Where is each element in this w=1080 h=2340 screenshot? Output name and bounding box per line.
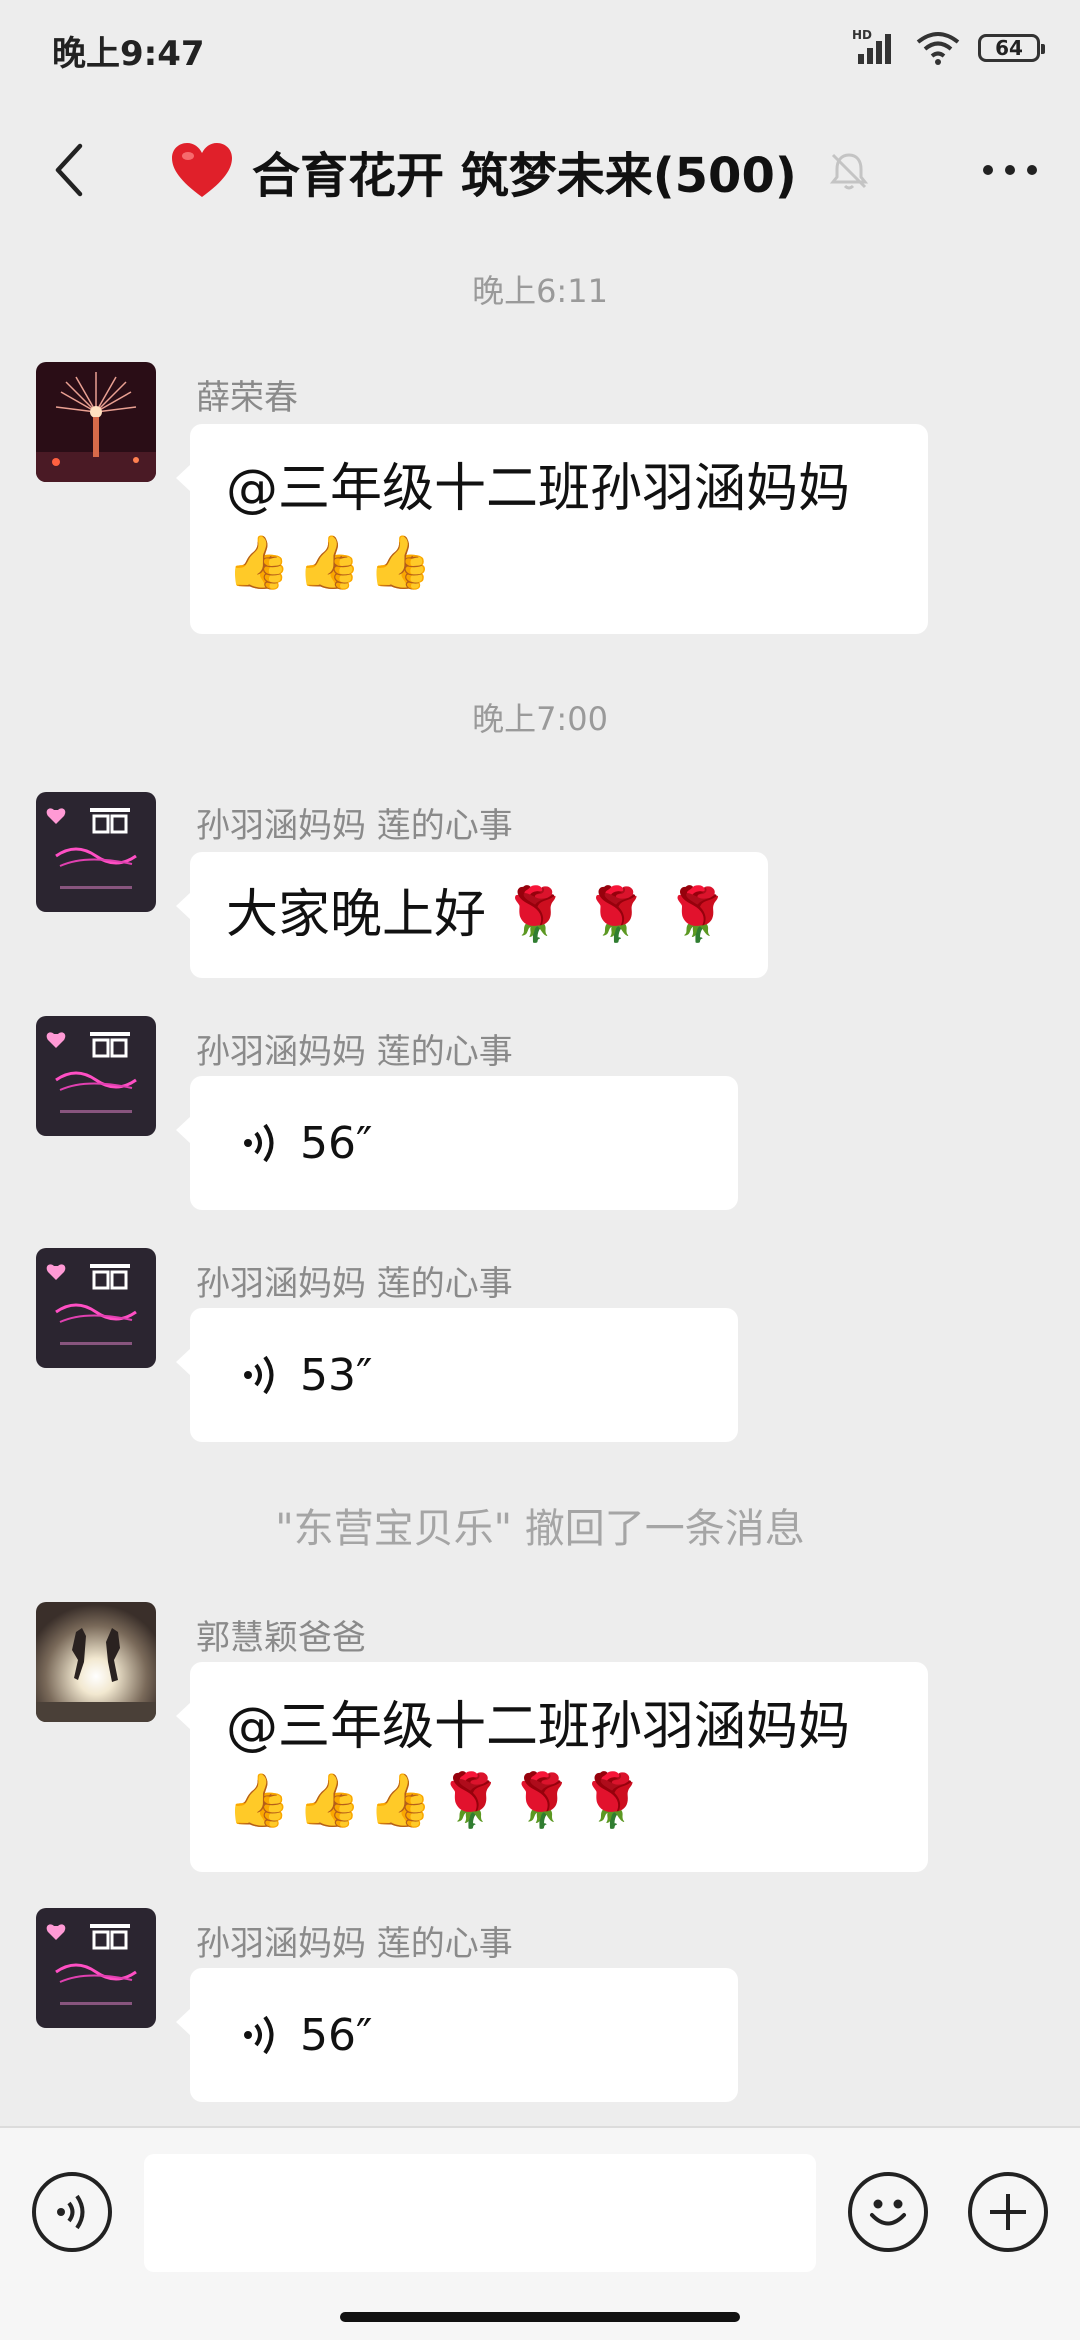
rose-emoji: 🌹 <box>502 885 568 945</box>
message-bubble[interactable]: @三年级十二班孙羽涵妈妈 👍 👍 👍 <box>176 424 928 634</box>
thumbs-up-emoji: 👍 <box>226 533 291 593</box>
neon-sign-avatar-image <box>36 1908 156 2028</box>
sender-name: 郭慧颖爸爸 <box>196 1618 366 1658</box>
timestamp: 晚上7:00 <box>472 700 608 738</box>
sender-name: 孙羽涵妈妈 莲的心事 <box>196 1924 513 1964</box>
dot-icon <box>1027 165 1037 175</box>
avatar[interactable] <box>36 362 156 482</box>
message-bubble[interactable]: @三年级十二班孙羽涵妈妈 👍 👍 👍 🌹 🌹 🌹 <box>176 1662 928 1872</box>
network-type-label: HD <box>852 28 872 42</box>
composer-bar <box>0 2126 1080 2340</box>
voice-message: 56″ <box>190 1076 738 1210</box>
voice-message-bubble[interactable]: 56″ <box>176 1076 738 1210</box>
neon-sign-avatar-image <box>36 1016 156 1136</box>
voice-message-bubble[interactable]: 56″ <box>176 1968 738 2102</box>
chat-title-area[interactable]: 合育花开 筑梦未来(500) <box>170 136 871 206</box>
dot-icon <box>1005 165 1015 175</box>
mute-bell-icon <box>829 153 868 190</box>
fireworks-avatar-image <box>36 362 156 482</box>
message-content: @三年级十二班孙羽涵妈妈 👍 👍 👍 🌹 🌹 🌹 <box>190 1662 928 1866</box>
back-button[interactable] <box>30 130 110 210</box>
emoji-row: 👍 👍 👍 🌹 🌹 🌹 <box>226 1764 892 1838</box>
rose-emoji: 🌹 <box>665 885 730 945</box>
sunset-silhouette-avatar-image <box>36 1602 156 1722</box>
voice-duration: 56″ <box>300 1117 373 1169</box>
battery-level: 64 <box>995 36 1023 60</box>
more-options-button[interactable] <box>970 140 1050 200</box>
message-text: 大家晚上好 <box>226 885 487 945</box>
rose-emoji: 🌹 <box>579 1771 645 1831</box>
thumbs-up-emoji: 👍 <box>226 1771 291 1831</box>
emoji-row: 👍 👍 👍 <box>226 526 892 600</box>
rose-emoji: 🌹 <box>438 1771 503 1831</box>
voice-message-bubble[interactable]: 53″ <box>176 1308 738 1442</box>
recall-notice: "东营宝贝乐" 撤回了一条消息 <box>275 1506 805 1552</box>
message-content: @三年级十二班孙羽涵妈妈 👍 👍 👍 <box>190 424 928 628</box>
sender-name: 孙羽涵妈妈 莲的心事 <box>196 1032 513 1072</box>
avatar[interactable] <box>36 1602 156 1722</box>
voice-wave-icon <box>244 2015 274 2055</box>
thumbs-up-emoji: 👍 <box>367 1771 433 1831</box>
status-bar: 晚上9:47 HD 64 <box>0 0 1080 100</box>
status-time: 晚上9:47 <box>52 34 205 74</box>
sender-name: 孙羽涵妈妈 莲的心事 <box>196 806 513 846</box>
message-content: 大家晚上好 🌹 🌹 🌹 <box>190 852 768 980</box>
signal-icon: HD <box>852 28 891 64</box>
smiley-icon <box>870 2199 906 2226</box>
timestamp: 晚上6:11 <box>472 272 608 310</box>
message-text: @三年级十二班孙羽涵妈妈 <box>226 1697 851 1757</box>
avatar[interactable] <box>36 1248 156 1368</box>
chat-screen: 晚上9:47 HD 64 合育花开 筑梦未来(500) 晚上6:11 薛荣春 @… <box>0 0 1080 2340</box>
rose-emoji: 🌹 <box>509 1771 574 1831</box>
rose-emoji: 🌹 <box>583 885 649 945</box>
neon-sign-avatar-image <box>36 1248 156 1368</box>
chat-title: 合育花开 筑梦未来(500) <box>252 148 797 204</box>
voice-message: 53″ <box>190 1308 738 1442</box>
neon-sign-avatar-image <box>36 792 156 912</box>
avatar[interactable] <box>36 1016 156 1136</box>
voice-wave-icon <box>244 1355 274 1395</box>
wifi-icon <box>916 32 960 65</box>
emoji-button[interactable] <box>848 2172 928 2252</box>
chat-header: 合育花开 筑梦未来(500) <box>0 100 1080 240</box>
voice-wave-icon <box>244 1123 274 1163</box>
thumbs-up-emoji: 👍 <box>296 1771 362 1831</box>
status-icons: HD 64 <box>852 28 1045 68</box>
heart-icon <box>172 143 232 197</box>
chevron-left-icon <box>55 143 83 197</box>
thumbs-up-emoji: 👍 <box>367 533 433 593</box>
voice-duration: 53″ <box>300 1349 373 1401</box>
voice-duration: 56″ <box>300 2009 373 2061</box>
sender-name: 薛荣春 <box>196 378 298 418</box>
message-text: @三年级十二班孙羽涵妈妈 <box>226 459 851 519</box>
message-input[interactable] <box>144 2154 816 2272</box>
plus-icon <box>990 2194 1026 2230</box>
sender-name: 孙羽涵妈妈 莲的心事 <box>196 1264 513 1304</box>
avatar[interactable] <box>36 1908 156 2028</box>
message-bubble[interactable]: 大家晚上好 🌹 🌹 🌹 <box>176 852 768 980</box>
dot-icon <box>983 165 993 175</box>
more-actions-button[interactable] <box>968 2172 1048 2252</box>
home-indicator[interactable] <box>340 2312 740 2322</box>
battery-icon: 64 <box>978 34 1045 62</box>
voice-input-icon <box>57 2194 85 2230</box>
voice-input-button[interactable] <box>32 2172 112 2252</box>
voice-message: 56″ <box>190 1968 738 2102</box>
thumbs-up-emoji: 👍 <box>296 533 362 593</box>
avatar[interactable] <box>36 792 156 912</box>
